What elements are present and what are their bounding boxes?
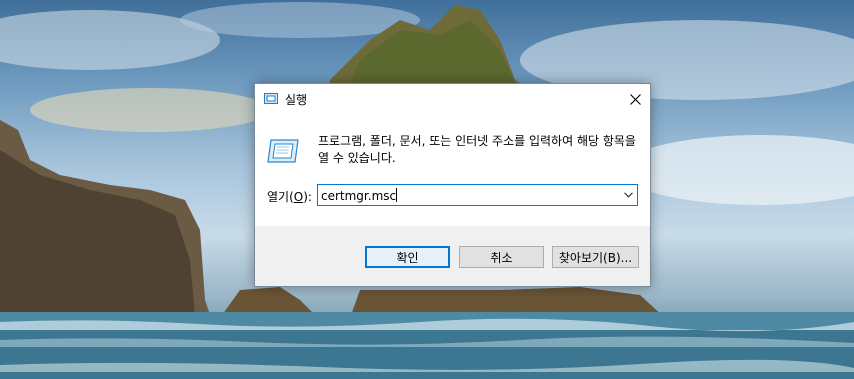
title-bar[interactable]: 실행 (255, 84, 650, 114)
close-button[interactable] (620, 84, 650, 114)
open-input[interactable]: certmgr.msc (317, 184, 638, 206)
cancel-button[interactable]: 취소 (459, 246, 544, 268)
dialog-title: 실행 (285, 93, 308, 107)
dialog-description: 프로그램, 폴더, 문서, 또는 인터넷 주소를 입력하여 해당 항목을 열 수… (318, 134, 636, 165)
run-dialog: 실행 프로그램, 폴더, 문서, 또는 인터넷 주소를 입력하여 해당 항목을 … (254, 83, 651, 287)
ok-button[interactable]: 확인 (365, 246, 450, 268)
text-caret (396, 188, 398, 202)
dialog-footer: 확인 취소 찾아보기(B)... (255, 226, 650, 286)
run-icon (264, 93, 278, 104)
run-icon (267, 139, 299, 163)
open-label: 열기(O): (267, 188, 312, 205)
desktop: 실행 프로그램, 폴더, 문서, 또는 인터넷 주소를 입력하여 해당 항목을 … (0, 0, 854, 379)
open-input-text: certmgr.msc (321, 189, 397, 203)
browse-button[interactable]: 찾아보기(B)... (552, 246, 639, 268)
dropdown-button[interactable] (620, 186, 636, 204)
open-label-accesskey: O (293, 190, 304, 204)
chevron-down-icon (623, 192, 633, 198)
dialog-body: 프로그램, 폴더, 문서, 또는 인터넷 주소를 입력하여 해당 항목을 열 수… (255, 114, 650, 226)
open-label-suffix: ): (303, 190, 312, 204)
open-input-value: certmgr.msc (321, 188, 398, 203)
close-icon (629, 93, 641, 105)
open-label-prefix: 열기( (267, 190, 294, 204)
